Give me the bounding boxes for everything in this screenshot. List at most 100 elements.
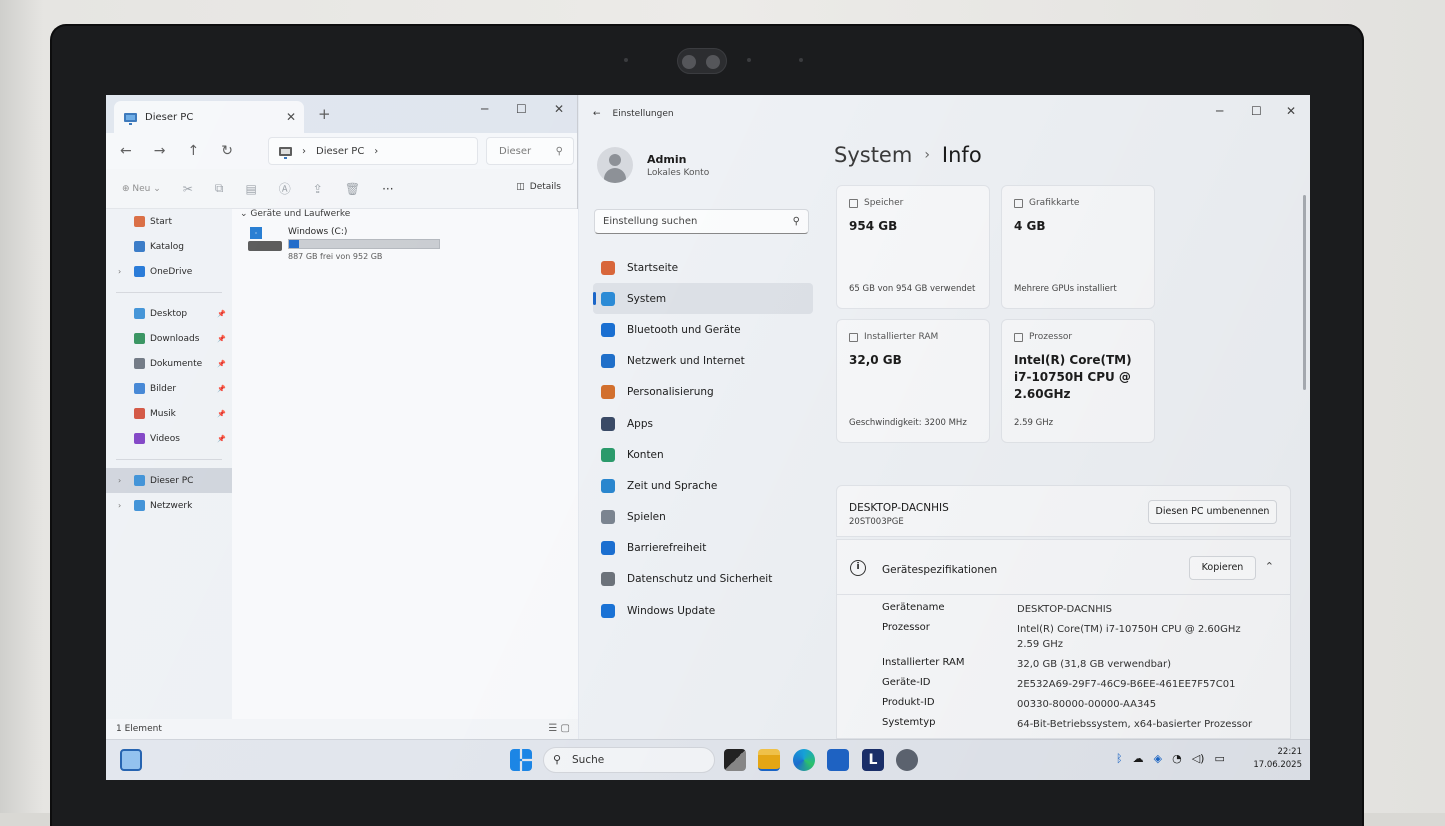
maximize-button[interactable]: ☐ (516, 102, 527, 116)
address-chevron[interactable]: › (302, 146, 306, 157)
sidebar-divider (116, 292, 222, 293)
address-chevron[interactable]: › (374, 146, 378, 157)
nav-item[interactable]: Personalisierung (593, 377, 813, 408)
back-button[interactable]: ← (593, 109, 601, 119)
minimize-button[interactable]: ─ (481, 102, 488, 116)
status-bar: 1 Element ☰ ▢ (106, 719, 578, 739)
sidebar-item[interactable]: › Netzwerk (106, 493, 232, 518)
edge-icon[interactable] (793, 749, 815, 771)
sidebar-item[interactable]: Desktop 📌 (106, 301, 232, 326)
paste-icon[interactable]: ▤ (245, 182, 256, 196)
storage-card[interactable]: Speicher 954 GB 65 GB von 954 GB verwend… (836, 185, 990, 309)
bluetooth-icon[interactable]: ᛒ (1116, 752, 1123, 765)
nav-item[interactable]: Apps (593, 408, 813, 439)
nav-item[interactable]: Windows Update (593, 595, 813, 626)
device-specs-header[interactable]: i Gerätespezifikationen Kopieren ⌃ (837, 540, 1290, 595)
copy-icon[interactable]: ⧉ (215, 181, 224, 196)
store-icon[interactable] (827, 749, 849, 771)
new-tab-button[interactable]: + (318, 105, 331, 123)
rename-icon[interactable]: Ⓐ (279, 180, 291, 197)
settings-nav: Startseite System Bluetooth und Geräte Netz… (593, 252, 813, 626)
up-button[interactable]: ↑ (187, 143, 199, 159)
sensor-dot (747, 58, 751, 62)
sidebar-item[interactable]: › Dieser PC (106, 468, 232, 493)
sidebar-item[interactable]: Downloads 📌 (106, 326, 232, 351)
more-options-button[interactable]: ··· (382, 182, 393, 196)
user-profile[interactable]: Admin Lokales Konto (597, 147, 709, 183)
explorer-nav-bar: ← → ↑ ↻ › Dieser PC › Dieser ⚲ (106, 133, 577, 169)
rename-pc-button[interactable]: Diesen PC umbenennen (1148, 500, 1277, 524)
chevron-right-icon[interactable]: › (118, 267, 121, 276)
start-button[interactable] (510, 749, 532, 771)
settings-gear-icon[interactable] (896, 749, 918, 771)
sidebar-item-label: Start (150, 216, 172, 227)
nav-item[interactable]: System (593, 283, 813, 315)
sidebar-item-label: Katalog (150, 241, 185, 252)
task-view-icon[interactable] (724, 749, 746, 771)
ram-card[interactable]: Installierter RAM 32,0 GB Geschwindigkei… (836, 319, 990, 443)
graphics-card[interactable]: Grafikkarte 4 GB Mehrere GPUs installier… (1001, 185, 1155, 309)
nav-item[interactable]: Bluetooth und Geräte (593, 314, 813, 345)
scrollbar[interactable] (1303, 195, 1306, 390)
card-label: Grafikkarte (1029, 198, 1080, 208)
account-icon (601, 447, 615, 462)
defender-icon[interactable]: ◈ (1154, 752, 1162, 765)
cut-icon[interactable]: ✂ (183, 182, 193, 196)
copy-button[interactable]: Kopieren (1189, 556, 1256, 580)
sidebar-item[interactable]: Start (106, 209, 232, 234)
spec-row: Prozessor Intel(R) Core(TM) i7-10750H CPU… (882, 622, 1262, 652)
processor-card[interactable]: Prozessor Intel(R) Core(TM) i7-10750H CP… (1001, 319, 1155, 443)
sidebar-item[interactable]: Videos 📌 (106, 426, 232, 451)
nav-item[interactable]: Spielen (593, 502, 813, 533)
drive-item[interactable]: Windows (C:) 887 GB frei von 952 GB (248, 227, 440, 261)
widgets-icon[interactable] (120, 749, 142, 771)
collapse-chevron-icon[interactable]: ⌃ (1265, 560, 1274, 573)
tab-dieser-pc[interactable]: Dieser PC ✕ (114, 101, 304, 133)
chevron-right-icon[interactable]: › (118, 501, 121, 510)
nav-item[interactable]: Netzwerk und Internet (593, 346, 813, 377)
back-button[interactable]: ← (120, 143, 132, 159)
wifi-icon[interactable]: ◔ (1172, 752, 1182, 765)
nav-item[interactable]: Konten (593, 439, 813, 470)
breadcrumb-parent[interactable]: System (834, 143, 912, 167)
sidebar-item[interactable]: Dokumente 📌 (106, 351, 232, 376)
details-button[interactable]: ◫ Details (516, 182, 561, 192)
search-input[interactable]: Dieser ⚲ (486, 137, 574, 165)
file-explorer-icon[interactable] (758, 749, 780, 771)
lenovo-vantage-icon[interactable]: L (862, 749, 884, 771)
battery-icon[interactable]: ▭ (1214, 752, 1224, 765)
card-label: Speicher (864, 198, 904, 208)
clock[interactable]: 22:21 17.06.2025 (1253, 746, 1302, 772)
nav-item[interactable]: Startseite (593, 252, 813, 283)
address-segment[interactable]: Dieser PC (316, 146, 364, 157)
home-icon (601, 260, 615, 275)
sidebar-item[interactable]: › OneDrive (106, 259, 232, 284)
close-tab-button[interactable]: ✕ (286, 110, 296, 124)
share-icon[interactable]: ⇪ (313, 182, 323, 196)
nav-item[interactable]: Barrierefreiheit (593, 533, 813, 564)
drive-usage-bar (288, 239, 440, 249)
delete-icon[interactable]: 🗑 (345, 182, 360, 196)
download-icon (134, 333, 145, 344)
view-toggle-icons[interactable]: ☰ ▢ (548, 719, 570, 739)
nav-item[interactable]: Zeit und Sprache (593, 470, 813, 501)
sidebar-item[interactable]: Katalog (106, 234, 232, 259)
chevron-right-icon[interactable]: › (118, 476, 121, 485)
settings-search-input[interactable]: Einstellung suchen ⚲ (594, 209, 809, 234)
refresh-button[interactable]: ↻ (221, 143, 233, 159)
taskbar-search[interactable]: ⚲ Suche (543, 747, 715, 773)
sidebar-item[interactable]: Musik 📌 (106, 401, 232, 426)
card-value: Intel(R) Core(TM) i7-10750H CPU @ 2.60GH… (1014, 353, 1132, 401)
speaker-icon[interactable]: ◁) (1192, 752, 1205, 765)
forward-button[interactable]: → (154, 143, 166, 159)
onedrive-icon[interactable]: ☁ (1133, 752, 1144, 765)
new-button[interactable]: ⊕ Neu ⌄ (122, 184, 161, 194)
desktop-icon (134, 308, 145, 319)
nav-item-label: Konten (627, 448, 664, 461)
wifi-icon (601, 354, 615, 369)
nav-item[interactable]: Datenschutz und Sicherheit (593, 564, 813, 595)
sidebar-item[interactable]: Bilder 📌 (106, 376, 232, 401)
address-bar[interactable]: › Dieser PC › (268, 137, 478, 165)
group-header[interactable]: ⌄ Geräte und Laufwerke (240, 209, 350, 219)
close-button[interactable]: ✕ (554, 102, 564, 116)
